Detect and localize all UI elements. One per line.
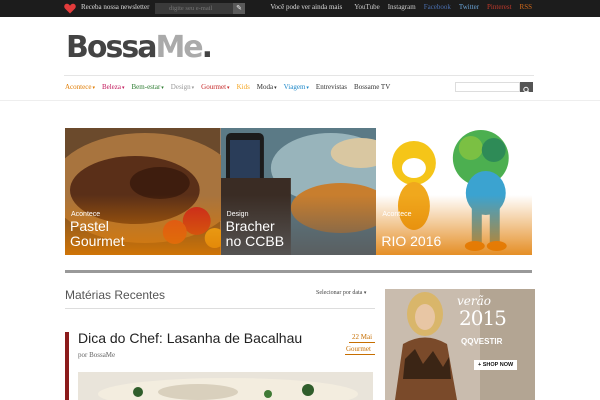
recent-divider (65, 308, 375, 309)
main-nav: Acontece▾ Beleza▾ Bem-estar▾ Design▾ Gou… (65, 83, 397, 91)
site-logo[interactable]: BossaMe. (66, 30, 213, 66)
search-input[interactable] (455, 82, 520, 92)
social-link-instagram[interactable]: Instagram (388, 3, 416, 11)
post-date: 22 Mai (352, 333, 373, 341)
chevron-down-icon: ▾ (227, 86, 230, 91)
ad-shop-now-button[interactable]: + SHOP NOW (474, 360, 518, 370)
post-date-underline (349, 342, 375, 343)
nav-item-design[interactable]: Design▾ (171, 83, 194, 91)
nav-item-bem-estar[interactable]: Bem-estar▾ (132, 83, 164, 91)
slide-title: Pastel Gourmet (70, 218, 125, 249)
nav-item-gourmet[interactable]: Gourmet▾ (201, 83, 229, 91)
logo-part-me: Me (155, 30, 203, 65)
ad-brand-text: QQVESTIR (461, 337, 503, 346)
social-link-pinterest[interactable]: Pinterest (487, 3, 512, 11)
logo-part-dot: . (201, 30, 213, 65)
post-accent-bar (65, 332, 69, 400)
post-author: por BossaMe (78, 351, 116, 359)
chevron-down-icon: ▾ (306, 86, 309, 91)
recent-posts-heading: Matérias Recentes (65, 288, 166, 302)
nav-item-kids[interactable]: Kids (237, 83, 250, 91)
slide-bracher-ccbb[interactable]: Design Bracher no CCBB (220, 128, 377, 255)
nav-divider (0, 100, 600, 101)
chevron-down-icon: ▾ (92, 86, 95, 91)
chevron-down-icon: ▾ (191, 86, 195, 91)
header-divider (64, 75, 534, 76)
post-category-link[interactable]: Gourmet (346, 345, 371, 353)
slide-title: RIO 2016 (381, 233, 442, 249)
heart-icon (64, 3, 76, 14)
featured-slider: Acontece Pastel Gourmet Design Bracher n… (65, 128, 533, 255)
ad-year-text: 2015 (459, 306, 507, 330)
social-link-facebook[interactable]: Facebook (424, 3, 451, 11)
section-divider (65, 270, 532, 273)
social-link-twitter[interactable]: Twitter (459, 3, 479, 11)
chevron-down-icon: ▾ (274, 86, 277, 91)
newsletter-email-input[interactable] (155, 3, 233, 14)
top-bar: Receba nossa newsletter ✎ Você pode ver … (0, 0, 600, 17)
nav-item-viagem[interactable]: Viagem▾ (284, 83, 309, 91)
nav-item-entrevistas[interactable]: Entrevistas (316, 83, 347, 91)
slide-category: Design (226, 211, 249, 218)
search-button[interactable] (520, 82, 533, 94)
chevron-down-icon: ▾ (122, 86, 125, 91)
social-link-youtube[interactable]: YouTube (354, 3, 380, 11)
social-link-rss[interactable]: RSS (520, 3, 532, 11)
slide-category: Acontece (382, 211, 412, 218)
nav-item-bossame-tv[interactable]: Bossame TV (354, 83, 390, 91)
post-thumbnail-lasagna[interactable] (78, 372, 373, 400)
newsletter-label: Receba nossa newsletter (81, 3, 150, 11)
nav-item-moda[interactable]: Moda▾ (257, 83, 277, 91)
search-icon (523, 86, 530, 94)
slide-rio-2016[interactable]: Acontece RIO 2016 (376, 128, 533, 255)
social-lead-text: Você pode ver ainda mais (270, 3, 343, 11)
ad-banner-qqvestir[interactable]: verão 2015 QQVESTIR + SHOP NOW (385, 289, 535, 400)
slide-pastel-gourmet[interactable]: Acontece Pastel Gourmet (65, 128, 221, 255)
slide-category: Acontece (71, 211, 101, 218)
slide-title: Bracher no CCBB (225, 218, 285, 249)
post-title-link[interactable]: Dica do Chef: Lasanha de Bacalhau (78, 330, 302, 346)
chevron-down-icon: ▾ (363, 291, 367, 296)
newsletter-submit-button[interactable]: ✎ (233, 3, 245, 14)
chevron-down-icon: ▾ (161, 86, 164, 91)
nav-item-acontece[interactable]: Acontece▾ (65, 83, 95, 91)
post-category-underline (345, 354, 375, 355)
nav-item-beleza[interactable]: Beleza▾ (102, 83, 125, 91)
sort-by-date-dropdown[interactable]: Selecionar por data ▾ (316, 290, 366, 296)
logo-part-bossa: Bossa (66, 30, 157, 65)
social-links: Você pode ver ainda mais YouTube Instagr… (270, 3, 532, 11)
